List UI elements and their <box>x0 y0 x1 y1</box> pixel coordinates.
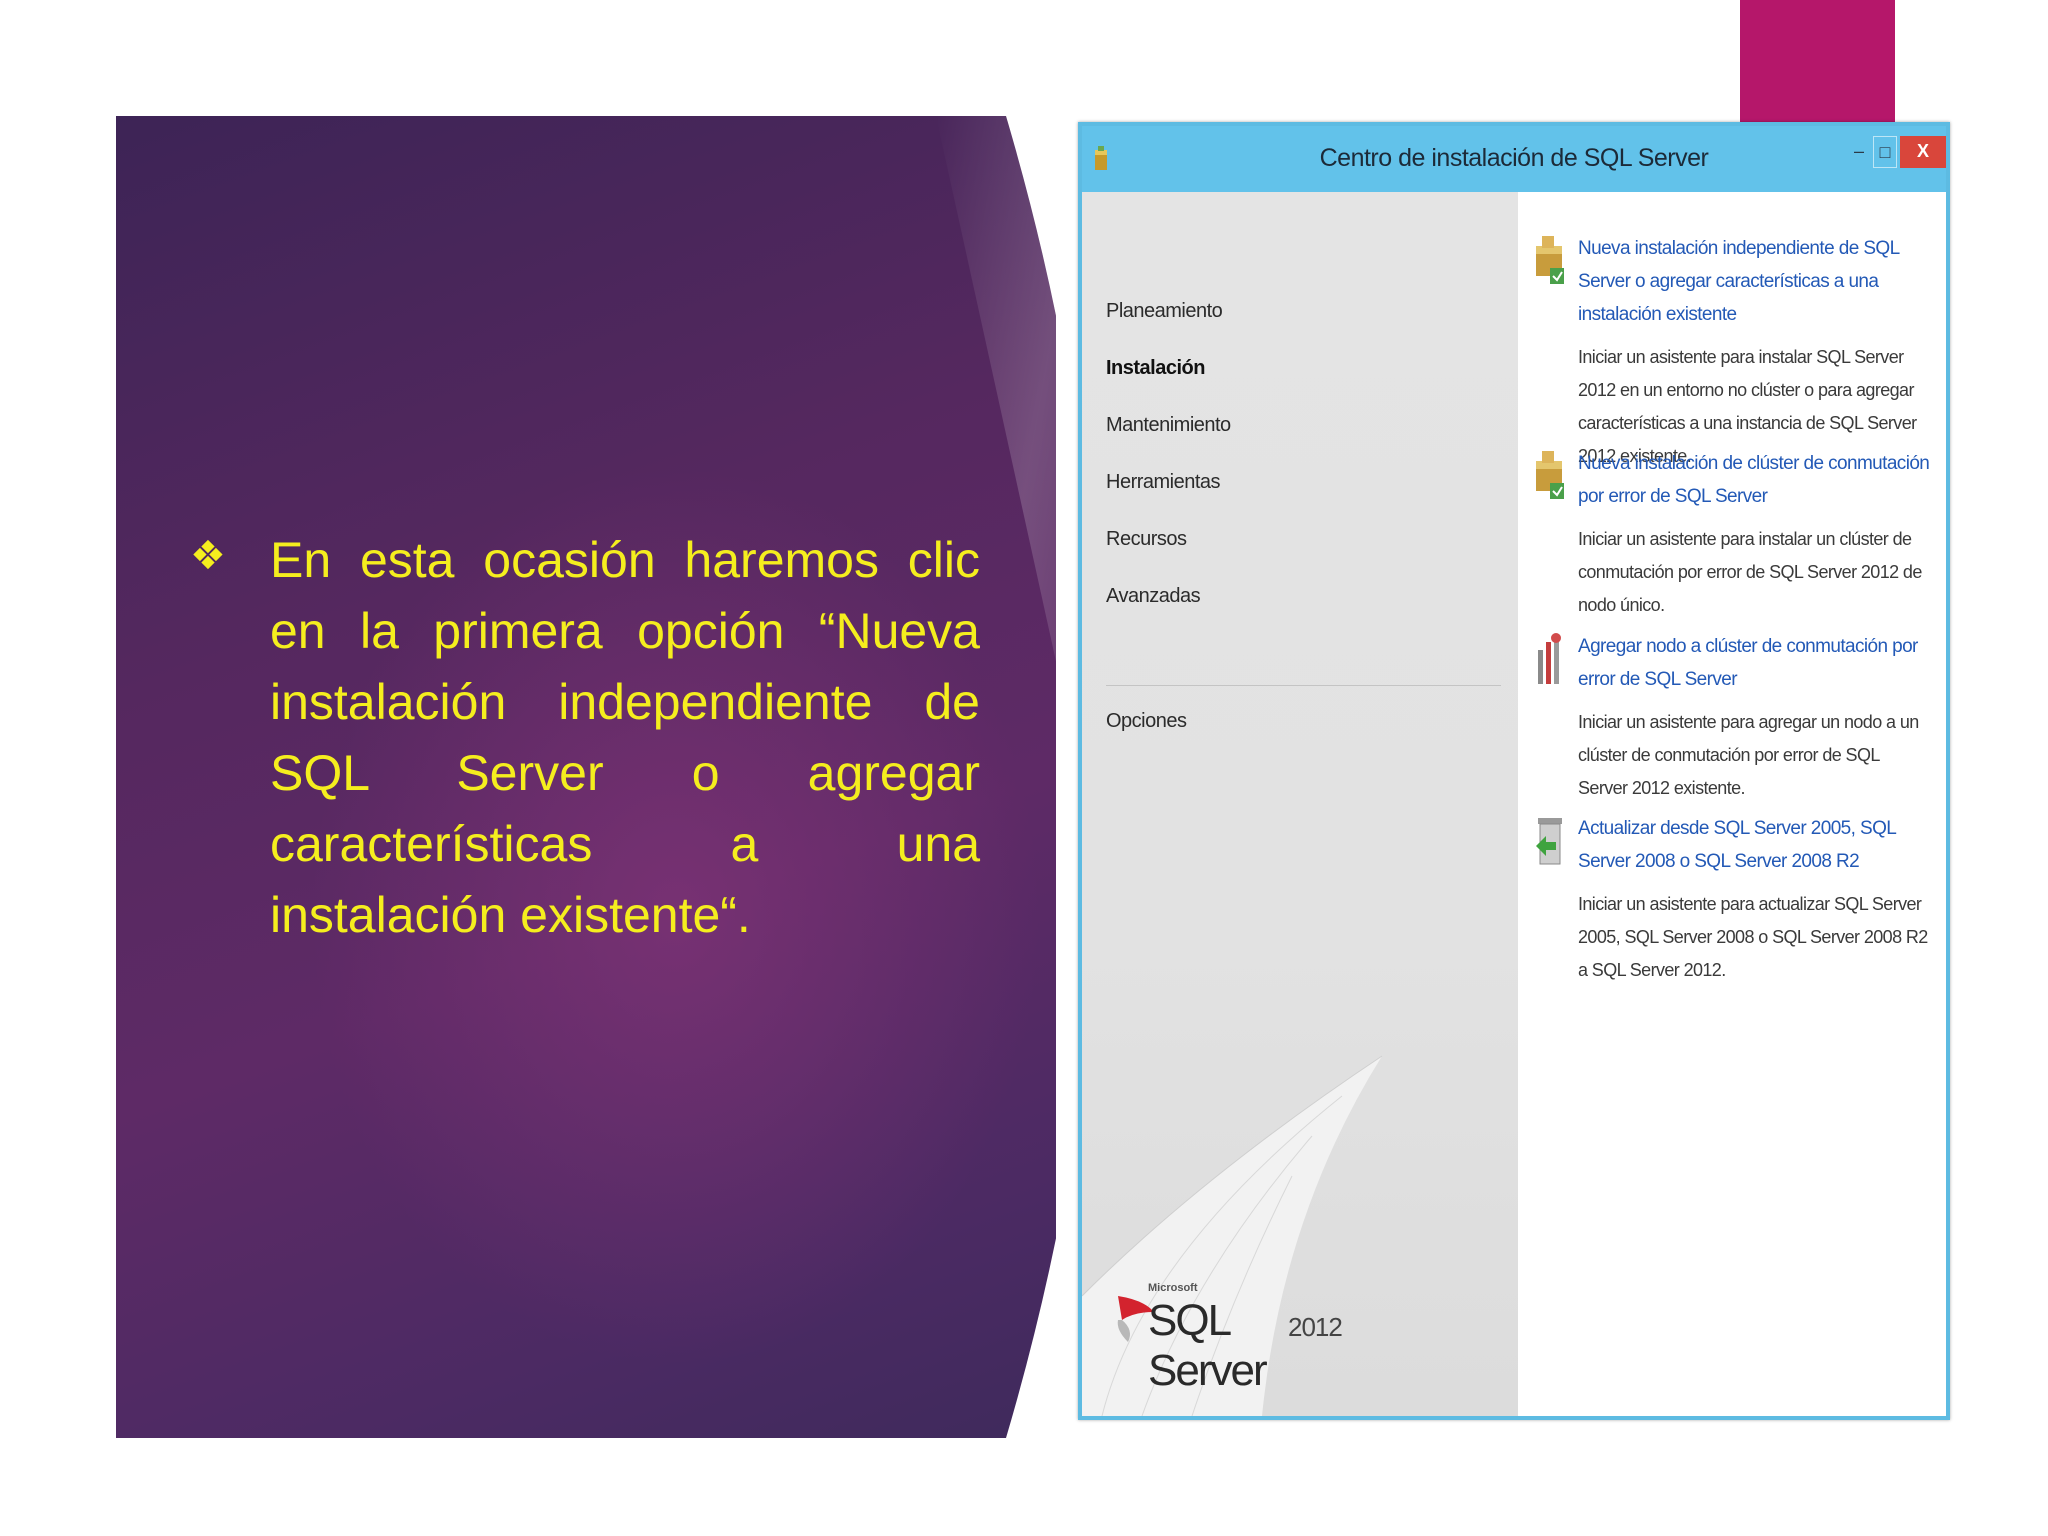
sql-server-logo: Microsoft SQL Server 2012 <box>1114 1278 1343 1395</box>
sidebar: Planeamiento Instalación Mantenimiento H… <box>1082 192 1518 1416</box>
option-add-node: Agregar nodo a clúster de conmutación po… <box>1532 630 1932 805</box>
option-description: Iniciar un asistente para instalar un cl… <box>1578 529 1922 615</box>
option-link[interactable]: Nueva instalación independiente de SQL S… <box>1578 232 1932 331</box>
option-link[interactable]: Nueva instalación de clúster de conmutac… <box>1578 447 1932 513</box>
option-standalone-install: Nueva instalación independiente de SQL S… <box>1532 232 1932 473</box>
sidebar-item-planeamiento[interactable]: Planeamiento <box>1106 300 1223 323</box>
option-description: Iniciar un asistente para actualizar SQL… <box>1578 894 1928 980</box>
option-description: Iniciar un asistente para agregar un nod… <box>1578 712 1919 798</box>
option-cluster-install: Nueva instalación de clúster de conmutac… <box>1532 447 1932 622</box>
sidebar-item-recursos[interactable]: Recursos <box>1106 528 1187 551</box>
box-install-icon <box>1536 236 1564 284</box>
sidebar-item-opciones[interactable]: Opciones <box>1106 710 1187 733</box>
option-link[interactable]: Agregar nodo a clúster de conmutación po… <box>1578 630 1932 696</box>
tools-node-icon <box>1538 633 1561 684</box>
logo-brand: Microsoft <box>1148 1282 1198 1294</box>
sidebar-item-mantenimiento[interactable]: Mantenimiento <box>1106 414 1231 437</box>
option-link[interactable]: Actualizar desde SQL Server 2005, SQL Se… <box>1578 812 1932 878</box>
bullet-text: En esta ocasión haremos clic en la prime… <box>270 532 980 943</box>
title-bar[interactable]: Centro de instalación de SQL Server – □ … <box>1082 126 1946 192</box>
logo-product: SQL Server <box>1148 1296 1268 1395</box>
logo-version: 2012 <box>1288 1312 1343 1342</box>
sidebar-item-instalacion[interactable]: Instalación <box>1106 357 1205 380</box>
sidebar-item-herramientas[interactable]: Herramientas <box>1106 471 1221 494</box>
upgrade-icon <box>1536 818 1562 865</box>
sidebar-divider <box>1106 685 1501 686</box>
bullet-diamond-icon: ❖ <box>190 533 226 579</box>
option-upgrade: Actualizar desde SQL Server 2005, SQL Se… <box>1532 812 1932 987</box>
box-cluster-icon <box>1536 451 1564 499</box>
content-pane: Nueva instalación independiente de SQL S… <box>1518 192 1946 1416</box>
window-title: Centro de instalación de SQL Server <box>1319 144 1709 172</box>
sidebar-item-avanzadas[interactable]: Avanzadas <box>1106 585 1201 608</box>
installer-window: Centro de instalación de SQL Server – □ … <box>1078 122 1950 1420</box>
accent-bar <box>1740 0 1895 124</box>
minimize-button[interactable]: – <box>1847 136 1871 168</box>
bullet-point: ❖ En esta ocasión haremos clic en la pri… <box>190 525 980 951</box>
close-button[interactable]: X <box>1900 136 1946 168</box>
maximize-button[interactable]: □ <box>1873 136 1897 168</box>
